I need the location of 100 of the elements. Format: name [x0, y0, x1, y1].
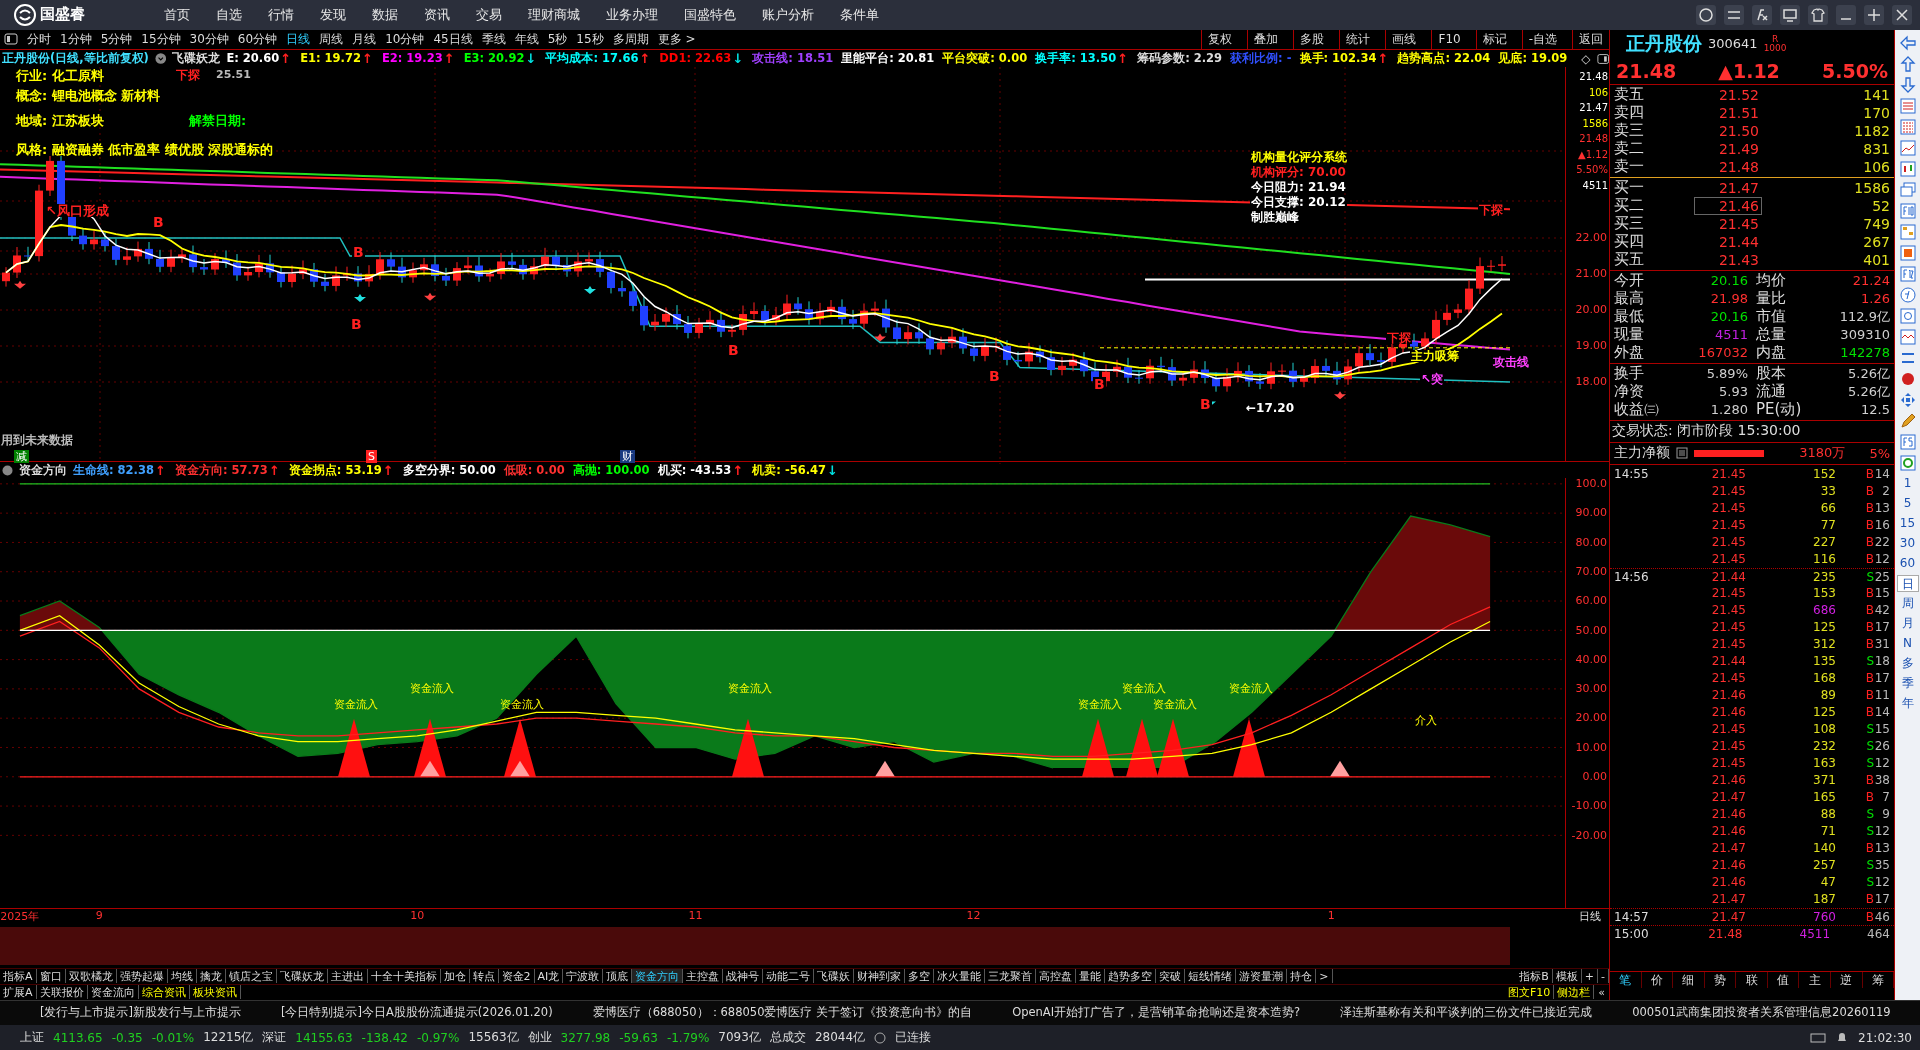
close-icon[interactable] — [1892, 4, 1912, 25]
indicator-tool-button[interactable]: + — [1581, 969, 1598, 984]
line-chart-icon[interactable] — [1898, 138, 1917, 157]
menu-item[interactable]: 自选 — [216, 5, 242, 24]
bid-price[interactable]: 21.45 — [1694, 214, 1762, 233]
chart-tool-button[interactable]: 画线 — [1385, 29, 1423, 49]
chart-tool-button[interactable]: 多股 — [1293, 29, 1331, 49]
extension-tab[interactable]: 关联报价 — [36, 985, 88, 1000]
menu-item[interactable]: 数据 — [372, 5, 398, 24]
period-tab[interactable]: 15分钟 — [141, 30, 181, 48]
indicator-tab[interactable]: 加仓 — [440, 969, 470, 984]
indicator-tab[interactable]: 主进出 — [327, 969, 368, 984]
extension-tool-button[interactable]: 图文F10 — [1504, 985, 1555, 1000]
ask-price[interactable]: 21.51 — [1694, 103, 1762, 122]
period-tab[interactable]: 分时 — [27, 30, 51, 48]
menu-item[interactable]: 资讯 — [424, 5, 450, 24]
indicator-tab[interactable]: 动能二号 — [763, 969, 815, 984]
panel-toggle-icon[interactable] — [4, 33, 18, 46]
indicator-tool-button[interactable]: 模板 — [1552, 969, 1582, 984]
indicator-tab[interactable]: 突破 — [1156, 969, 1186, 984]
period-button[interactable]: 季 — [1896, 674, 1919, 692]
table-icon[interactable] — [1898, 117, 1917, 136]
dropdown-icon[interactable] — [154, 52, 167, 66]
news-item[interactable]: 泽连斯基称有关和平谈判的三份文件已接近完成 — [1340, 1005, 1593, 1021]
menu-item[interactable]: 账户分析 — [762, 5, 814, 24]
menu-item[interactable]: 交易 — [476, 5, 502, 24]
period-button[interactable]: 30 — [1896, 534, 1919, 552]
indicator-tab[interactable]: 量能 — [1076, 969, 1106, 984]
wave-chart-icon[interactable] — [1898, 327, 1917, 346]
extension-tab[interactable]: 扩展A — [0, 985, 37, 1000]
panel-tab[interactable]: 主 — [1799, 971, 1831, 988]
list-icon[interactable] — [1676, 447, 1688, 460]
period-button[interactable]: 60 — [1896, 554, 1919, 572]
indicator-tab[interactable]: 均线 — [167, 969, 197, 984]
panel-tab[interactable]: 逆 — [1830, 971, 1863, 988]
windows-icon[interactable] — [1898, 180, 1917, 199]
news-item[interactable]: OpenAI开始打广告了，是营销革命抢响还是资本造势? — [1012, 1005, 1301, 1021]
period-tab[interactable]: 60分钟 — [237, 30, 278, 48]
pencil-icon[interactable] — [1898, 411, 1917, 430]
chart-tool-button[interactable]: 叠加 — [1247, 29, 1285, 49]
chart-tool-button[interactable]: F10 — [1431, 29, 1467, 49]
indicator-tab[interactable]: 窗口 — [36, 969, 66, 984]
arrow-down-icon[interactable] — [1898, 75, 1917, 94]
news-item[interactable]: 000501武商集团投资者关系管理信息20260119 — [1632, 1005, 1891, 1021]
indicator-tab[interactable]: > — [1316, 969, 1333, 984]
menu-item[interactable]: 理财商城 — [528, 5, 580, 24]
indicator-tab[interactable]: 战神号 — [723, 969, 764, 984]
news-item[interactable]: [发行与上市提示]新股发行与上市提示 — [40, 1005, 241, 1021]
indicator-tab[interactable]: 镇店之宝 — [225, 969, 277, 984]
period-button[interactable]: 年 — [1896, 694, 1919, 712]
period-tab[interactable]: 5秒 — [547, 30, 568, 48]
menu-item[interactable]: 国盛特色 — [684, 5, 736, 24]
extension-tab[interactable]: 综合资讯 — [138, 985, 190, 1000]
extension-tab[interactable]: 资金流向 — [87, 985, 139, 1000]
indicator-tab[interactable]: 主控盘 — [683, 969, 724, 984]
chart-tool-button[interactable]: 复权 — [1201, 29, 1239, 49]
period-button[interactable]: 5 — [1896, 494, 1919, 512]
extension-tab[interactable]: 板块资讯 — [189, 985, 241, 1000]
extension-tool-button[interactable]: 侧边栏 — [1554, 985, 1595, 1000]
period-button[interactable]: 日 — [1896, 574, 1919, 592]
indicator-tab[interactable]: 趋势多空 — [1105, 969, 1157, 984]
period-tab[interactable]: 1分钟 — [60, 30, 92, 48]
arrow-up-icon[interactable] — [1898, 54, 1917, 73]
indicator-tab[interactable]: 资金2 — [498, 969, 535, 984]
ask-price[interactable]: 21.48 — [1694, 157, 1762, 176]
panel-tab[interactable]: 值 — [1767, 971, 1800, 988]
bid-price[interactable]: 21.46 — [1694, 196, 1762, 215]
bid-price[interactable]: 21.43 — [1694, 250, 1762, 269]
indicator-tab[interactable]: 财神到家 — [854, 969, 906, 984]
arrow-left-icon[interactable] — [1898, 33, 1917, 52]
indicator-tab[interactable]: 游资量潮 — [1236, 969, 1288, 984]
news-item[interactable]: [今日特别提示]今日A股股份流通提示(2026.01.20) — [281, 1005, 553, 1021]
period-button[interactable]: 周 — [1896, 594, 1919, 612]
indicator-tab[interactable]: 转点 — [469, 969, 499, 984]
indicator-tab[interactable]: 指标A — [0, 969, 37, 984]
indicator-tab[interactable]: 擒龙 — [196, 969, 226, 984]
period-tab[interactable]: 日线 — [286, 30, 311, 48]
indicator-tab[interactable]: 飞碟妖 — [814, 969, 855, 984]
indicator-tab[interactable]: 短线情绪 — [1185, 969, 1237, 984]
chart-tool-button[interactable]: 返回 — [1572, 29, 1609, 49]
menu-item[interactable]: 首页 — [164, 5, 190, 24]
indicator-tab[interactable]: 宁波敢 — [563, 969, 604, 984]
period-button[interactable]: 月 — [1896, 614, 1919, 632]
panel-tab[interactable]: 筹 — [1862, 971, 1895, 988]
menu-item[interactable]: 发现 — [320, 5, 346, 24]
panel-tab[interactable]: 细 — [1673, 971, 1705, 988]
ask-price[interactable]: 21.50 — [1694, 121, 1762, 140]
indicator-tab[interactable]: 高控盘 — [1036, 969, 1077, 984]
indicator-tool-button[interactable]: 指标B — [1516, 969, 1553, 984]
panel-tab[interactable]: 联 — [1736, 971, 1768, 988]
collapse-button[interactable]: « — [1594, 985, 1609, 999]
indicator-toggle-icon[interactable] — [2, 464, 13, 476]
list-icon[interactable] — [1898, 96, 1917, 115]
indicator-tab[interactable]: 多空 — [905, 969, 935, 984]
indicator-tab[interactable]: AI龙 — [534, 969, 564, 984]
period-tab[interactable]: 5分钟 — [100, 30, 133, 48]
monitor-icon[interactable] — [1780, 4, 1800, 25]
formula-icon[interactable] — [1752, 4, 1772, 25]
diamond-icon[interactable]: ◇ — [1581, 51, 1591, 66]
period-tab[interactable]: 更多 > — [657, 30, 696, 48]
